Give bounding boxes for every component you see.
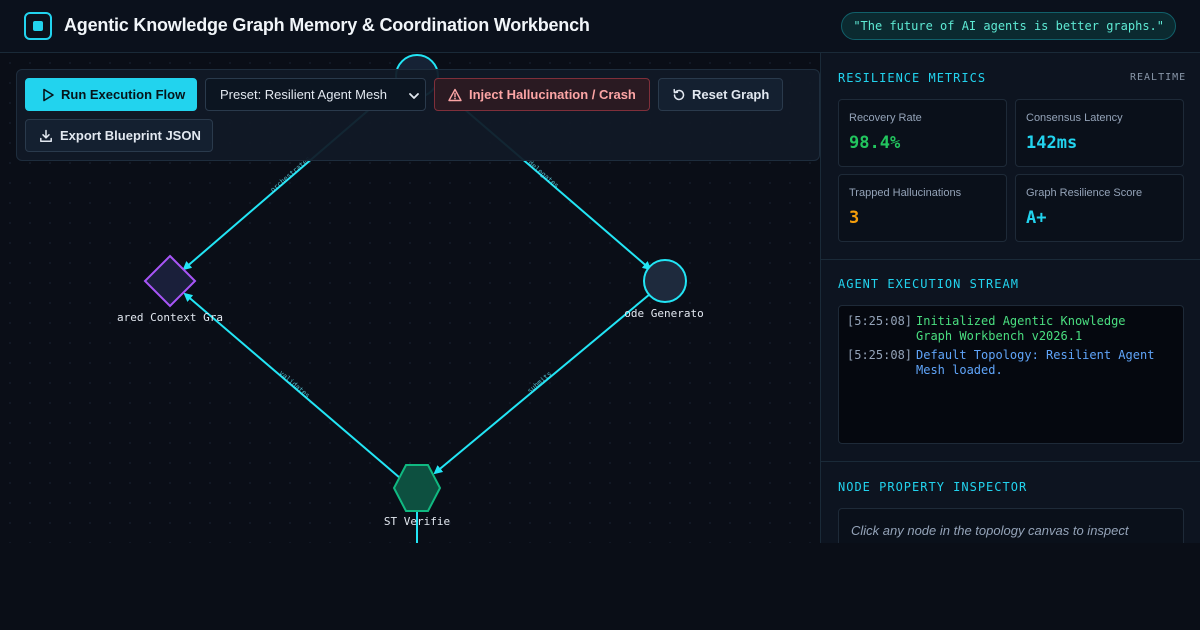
log-message: Initialized Agentic Knowledge Graph Work… <box>916 314 1126 343</box>
metric-value: A+ <box>1026 208 1047 228</box>
log-timestamp: [5:25:08] <box>847 348 913 362</box>
realtime-badge: REALTIME <box>1130 72 1187 83</box>
chevron-down-icon <box>409 93 419 99</box>
metric-label: Graph Resilience Score <box>1026 187 1143 199</box>
action-toolbar: Run Execution Flow Preset: Resilient Age… <box>16 69 820 161</box>
context-graph-node-label: ared Context Gra <box>117 311 223 324</box>
metric-card-graph-resilience-score: Graph Resilience Score A+ <box>1015 174 1184 242</box>
inject-hallucination-label: Inject Hallucination / Crash <box>469 87 636 102</box>
export-blueprint-label: Export Blueprint JSON <box>60 128 201 143</box>
quote-badge: "The future of AI agents is better graph… <box>841 12 1176 40</box>
warning-icon <box>448 88 462 102</box>
node-inspector-title: NODE PROPERTY INSPECTOR <box>838 480 1028 494</box>
edge-label-top-right: delegates <box>526 159 560 190</box>
reset-icon <box>673 88 685 101</box>
topology-canvas[interactable]: orchestrates delegates validates submits… <box>0 53 820 543</box>
edge-label-bottom-right: submits <box>526 370 554 395</box>
metric-label: Trapped Hallucinations <box>849 187 962 199</box>
test-verifier-node-label: ST Verifie <box>384 515 450 528</box>
metric-label: Recovery Rate <box>849 112 922 124</box>
execution-stream-log[interactable]: [5:25:08] Initialized Agentic Knowledge … <box>838 305 1184 444</box>
code-generator-node[interactable]: ode Generato <box>624 259 704 320</box>
sidebar-panel: RESILIENCE METRICS REALTIME Recovery Rat… <box>820 53 1200 543</box>
metric-value: 142ms <box>1026 133 1078 153</box>
test-verifier-node[interactable]: ST Verifie <box>384 464 450 528</box>
page-background <box>0 543 1200 630</box>
run-execution-label: Run Execution Flow <box>61 87 186 102</box>
metric-value: 3 <box>849 208 860 228</box>
download-icon <box>40 129 52 143</box>
execution-stream-title: AGENT EXECUTION STREAM <box>838 277 1019 291</box>
metric-label: Consensus Latency <box>1026 112 1123 124</box>
run-execution-button[interactable]: Run Execution Flow <box>25 78 197 111</box>
edge-label-bottom-left: validates <box>277 369 311 400</box>
app-logo-icon <box>24 12 52 40</box>
app-header: Agentic Knowledge Graph Memory & Coordin… <box>0 0 1200 53</box>
export-blueprint-button[interactable]: Export Blueprint JSON <box>25 119 213 152</box>
preset-select[interactable]: Preset: Resilient Agent Mesh <box>205 78 426 111</box>
reset-graph-button[interactable]: Reset Graph <box>658 78 783 111</box>
node-inspector-panel: Click any node in the topology canvas to… <box>838 508 1184 543</box>
resilience-metrics-title: RESILIENCE METRICS <box>838 71 987 85</box>
app-title: Agentic Knowledge Graph Memory & Coordin… <box>64 15 590 35</box>
metric-card-consensus-latency: Consensus Latency 142ms <box>1015 99 1184 167</box>
context-graph-node[interactable]: ared Context Gra <box>117 254 223 324</box>
preset-select-value: Preset: Resilient Agent Mesh <box>220 87 387 102</box>
metric-value: 98.4% <box>849 133 901 153</box>
code-generator-node-label: ode Generato <box>624 307 703 320</box>
play-icon <box>43 88 54 102</box>
inspector-hint: Click any node in the topology canvas to… <box>851 523 1129 538</box>
log-timestamp: [5:25:08] <box>847 314 913 328</box>
section-divider <box>821 259 1200 260</box>
section-divider <box>821 461 1200 462</box>
reset-graph-label: Reset Graph <box>692 87 770 102</box>
inject-hallucination-button[interactable]: Inject Hallucination / Crash <box>434 78 650 111</box>
metric-card-trapped-hallucinations: Trapped Hallucinations 3 <box>838 174 1007 242</box>
log-message: Default Topology: Resilient Agent Mesh l… <box>916 348 1155 377</box>
metric-card-recovery-rate: Recovery Rate 98.4% <box>838 99 1007 167</box>
